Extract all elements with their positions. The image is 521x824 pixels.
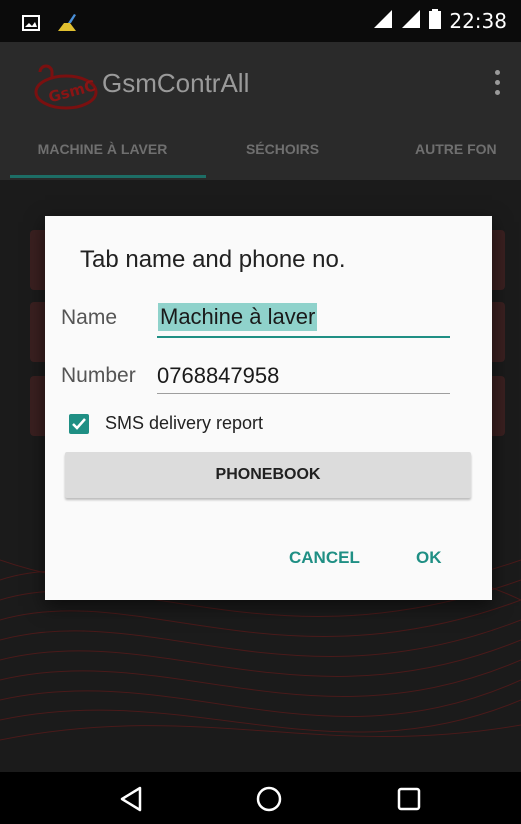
status-bar: 22:38 — [0, 0, 521, 42]
phonebook-button[interactable]: PHONEBOOK — [65, 452, 471, 498]
overflow-menu-icon[interactable] — [495, 70, 501, 98]
battery-icon — [429, 9, 442, 33]
image-notification-icon — [22, 15, 40, 35]
cancel-button[interactable]: CANCEL — [289, 548, 360, 568]
dialog-title: Tab name and phone no. — [80, 246, 346, 273]
tab-bar: MACHINE À LAVER SÉCHOIRS AUTRE FON — [0, 124, 521, 180]
tab-machine-a-laver[interactable]: MACHINE À LAVER — [0, 124, 205, 180]
sms-delivery-label: SMS delivery report — [105, 413, 264, 433]
navigation-bar — [0, 772, 521, 824]
number-field-value: 0768847958 — [157, 363, 280, 388]
checkmark-icon — [72, 418, 86, 430]
app-bar: GsmC GsmContrAll — [0, 42, 521, 124]
back-icon[interactable] — [114, 782, 148, 816]
cleaner-notification-icon — [56, 13, 78, 37]
tab-indicator — [10, 175, 206, 178]
app-logo: GsmC — [30, 54, 102, 114]
signal-icon — [373, 9, 393, 33]
signal-icon — [401, 9, 421, 33]
ok-button[interactable]: OK — [416, 548, 442, 568]
app-title: GsmContrAll — [102, 68, 250, 98]
name-field[interactable]: Machine à laver — [157, 300, 450, 338]
status-time: 22:38 — [449, 9, 507, 33]
recents-icon[interactable] — [392, 782, 426, 816]
sms-delivery-checkbox[interactable] — [69, 414, 89, 434]
name-label: Name — [61, 306, 118, 329]
tab-autre-fon[interactable]: AUTRE FON — [415, 124, 521, 180]
tab-name-dialog: Tab name and phone no. Name Machine à la… — [45, 216, 492, 600]
home-icon[interactable] — [252, 782, 286, 816]
name-field-value: Machine à laver — [158, 303, 318, 331]
number-field[interactable]: 0768847958 — [157, 361, 450, 394]
number-label: Number — [61, 364, 136, 387]
tab-sechoirs[interactable]: SÉCHOIRS — [205, 124, 360, 180]
